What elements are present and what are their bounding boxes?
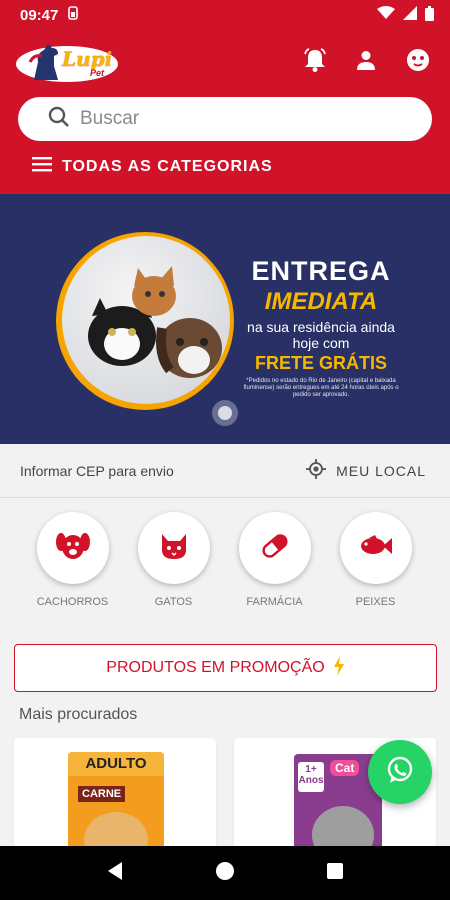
brand-suffix: Pet	[90, 68, 105, 78]
wifi-icon	[377, 6, 395, 24]
lightning-icon	[333, 655, 345, 681]
cep-link[interactable]: Informar CEP para envio	[20, 463, 174, 479]
search-icon	[48, 106, 70, 133]
category-label: CACHORROS	[36, 596, 109, 608]
whatsapp-icon	[385, 755, 415, 790]
my-location-label: MEU LOCAL	[336, 462, 426, 479]
whatsapp-button[interactable]	[368, 740, 432, 804]
banner-text: ENTREGA IMEDIATA na sua residência ainda…	[236, 256, 406, 399]
banner-line1: ENTREGA	[251, 256, 391, 286]
category-dogs[interactable]: CACHORROS	[22, 512, 123, 608]
system-nav-bar	[0, 846, 450, 900]
status-bar: 09:47	[0, 0, 450, 30]
banner-line3: na sua residência ainda hoje com	[247, 319, 395, 351]
home-icon[interactable]	[215, 861, 235, 886]
brand-name: Lupi	[62, 47, 113, 71]
bell-icon[interactable]	[304, 47, 326, 77]
hamburger-icon	[32, 156, 52, 177]
banner-line4: FRETE GRÁTIS	[254, 353, 387, 373]
dog-icon	[55, 531, 90, 566]
category-label: FARMÁCIA	[246, 596, 303, 608]
fish-icon	[359, 534, 393, 562]
battery-icon	[425, 5, 434, 25]
carousel-indicator[interactable]	[212, 400, 238, 426]
category-label: PEIXES	[355, 596, 396, 608]
promotions-button[interactable]: PRODUTOS EM PROMOÇÃO	[14, 644, 437, 692]
search-placeholder: Buscar	[80, 108, 140, 129]
product-card[interactable]: ADULTO CARNE	[14, 738, 216, 848]
product-image: ADULTO CARNE	[68, 752, 164, 848]
promo-banner[interactable]: ENTREGA IMEDIATA na sua residência ainda…	[0, 194, 450, 444]
pack-brand-label: Cat	[330, 760, 360, 776]
pack-flavor-label: CARNE	[78, 786, 126, 802]
search-input[interactable]: Buscar	[18, 97, 432, 141]
location-target-icon	[306, 459, 327, 482]
category-shortcuts: CACHORROS GATOS FARMÁCIA PEIXES	[0, 498, 450, 608]
sim-icon	[68, 6, 79, 24]
category-cats[interactable]: GATOS	[123, 512, 224, 608]
recents-icon[interactable]	[326, 862, 344, 885]
signal-icon	[403, 6, 417, 24]
pet-face-icon[interactable]	[406, 48, 430, 77]
category-label: GATOS	[154, 596, 193, 608]
promotions-label: PRODUTOS EM PROMOÇÃO	[106, 659, 325, 676]
category-pharmacy[interactable]: FARMÁCIA	[224, 512, 325, 608]
user-icon[interactable]	[356, 50, 376, 75]
all-categories-label: TODAS AS CATEGORIAS	[62, 157, 273, 175]
cat-icon	[159, 532, 189, 565]
all-categories-menu[interactable]: TODAS AS CATEGORIAS	[0, 141, 450, 177]
pack-top-label: ADULTO	[68, 752, 164, 776]
category-fish[interactable]: PEIXES	[325, 512, 426, 608]
brand-logo[interactable]: Lupi Pet	[16, 40, 120, 84]
back-icon[interactable]	[106, 861, 124, 886]
pill-icon	[259, 530, 291, 567]
app-header: 09:47 Lupi Pet Buscar TODAS AS CATEGORIA…	[0, 0, 450, 194]
pack-age-badge: 1+ Anos	[298, 762, 324, 792]
shipping-row: Informar CEP para envio MEU LOCAL	[0, 444, 450, 498]
banner-line2: IMEDIATA	[264, 288, 378, 315]
my-location-button[interactable]: MEU LOCAL	[306, 459, 426, 482]
most-searched-title: Mais procurados	[19, 706, 138, 723]
banner-fine-print: *Pedidos no estado do Rio de Janeiro (ca…	[243, 378, 399, 398]
status-time: 09:47	[20, 6, 59, 24]
banner-pets-image	[62, 236, 230, 404]
